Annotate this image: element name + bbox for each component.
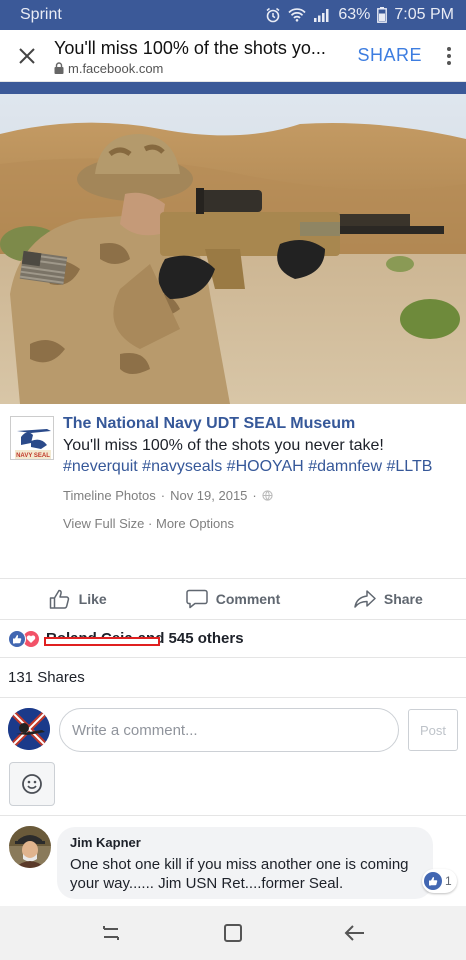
post-action-bar: Like Comment Share [0,578,466,620]
alarm-icon [265,7,281,23]
wifi-icon [288,8,306,22]
photo-options: View Full Size · More Options [63,516,234,531]
share-link-button[interactable]: SHARE [349,45,438,66]
separator-dot: · [252,488,257,503]
caption-text: You'll miss 100% of the shots you never … [63,437,384,454]
smiley-icon [22,774,42,794]
post-meta: Timeline Photos · Nov 19, 2015 · [63,488,273,503]
more-vertical-icon [447,46,451,65]
comment-likes-number: 1 [445,874,452,888]
tab-title: You'll miss 100% of the shots yo... [54,37,326,58]
logo-lettering: NAVY SEAL [16,453,50,459]
comment-item: Jim Kapner One shot one kill if you miss… [0,816,466,908]
recent-apps-icon [103,926,119,940]
comment-input[interactable] [59,708,399,752]
hashtag-link[interactable]: #damnfew [308,458,382,475]
post-details: NAVY SEAL The National Navy UDT SEAL Mus… [0,404,466,578]
hashtag-link[interactable]: #navyseals [142,458,222,475]
comment-bubble: Jim Kapner One shot one kill if you miss… [57,827,433,899]
like-button[interactable]: Like [0,579,155,619]
close-icon [19,47,35,64]
avatar[interactable] [9,826,51,868]
view-full-size-link[interactable]: View Full Size [63,516,144,531]
reactions-summary[interactable]: Roland Ceja and 545 others [0,620,466,658]
globe-icon [262,490,273,501]
system-navigation-bar [0,906,466,960]
share-arrow-icon [354,590,376,608]
facebook-header-strip [0,82,466,94]
comment-label: Comment [215,591,281,607]
page-logo[interactable]: NAVY SEAL [10,416,54,460]
more-options-link[interactable]: More Options [156,516,234,531]
overflow-menu-button[interactable] [438,46,466,65]
comment-icon [185,589,208,609]
post-button[interactable]: Post [408,709,458,751]
page-name-link[interactable]: The National Navy UDT SEAL Museum [63,415,355,433]
browser-tab-header: You'll miss 100% of the shots yo... m.fa… [0,30,466,82]
url-text: m.facebook.com [68,60,164,76]
hashtag-link[interactable]: #neverquit [63,458,138,475]
like-reaction-icon [424,872,442,890]
home-button[interactable] [211,911,255,955]
comment-composer: Post [0,698,466,816]
thumbs-up-icon [49,589,69,609]
close-button[interactable] [0,30,54,82]
redaction-bar [44,637,160,646]
soldier-rifle-photo [0,94,466,404]
post-photo[interactable] [0,94,466,404]
comment-author-link[interactable]: Jim Kapner [70,835,420,850]
share-label: Share [383,591,423,607]
carrier-name: Sprint [20,6,62,23]
back-button[interactable] [333,911,377,955]
like-reaction-icon [8,629,26,648]
battery-icon [377,7,388,23]
comment-text: One shot one kill if you miss another on… [70,856,409,892]
separator-dot: · [160,488,166,503]
separator-dot: · [148,516,156,531]
back-arrow-icon [344,925,364,941]
battery-percent: 63% [338,6,371,23]
avatar [8,708,50,750]
share-count[interactable]: 131 Shares [0,658,466,698]
album-link[interactable]: Timeline Photos [63,488,156,503]
tab-titles: You'll miss 100% of the shots yo... m.fa… [54,36,349,76]
home-square-icon [224,924,242,942]
reactor-names: Roland Ceja [44,630,160,647]
status-icons: 63% 7:05 PM [265,6,454,24]
hashtag-link[interactable]: #LLTB [386,458,432,475]
comment-like-count[interactable]: 1 [422,869,457,893]
recent-apps-button[interactable] [89,911,133,955]
reaction-icons [8,629,40,648]
clock-time: 7:05 PM [394,6,454,23]
comment-button[interactable]: Comment [155,579,310,619]
share-button[interactable]: Share [311,579,466,619]
post-caption: You'll miss 100% of the shots you never … [63,435,461,477]
lock-icon [54,62,64,74]
hashtag-link[interactable]: #HOOYAH [227,458,304,475]
like-label: Like [78,591,107,607]
emoji-button[interactable] [9,762,55,806]
status-bar: Sprint 63% 7:05 PM [0,0,466,30]
tab-url: m.facebook.com [54,61,349,76]
signal-icon [313,8,331,22]
post-date[interactable]: Nov 19, 2015 [170,488,247,503]
